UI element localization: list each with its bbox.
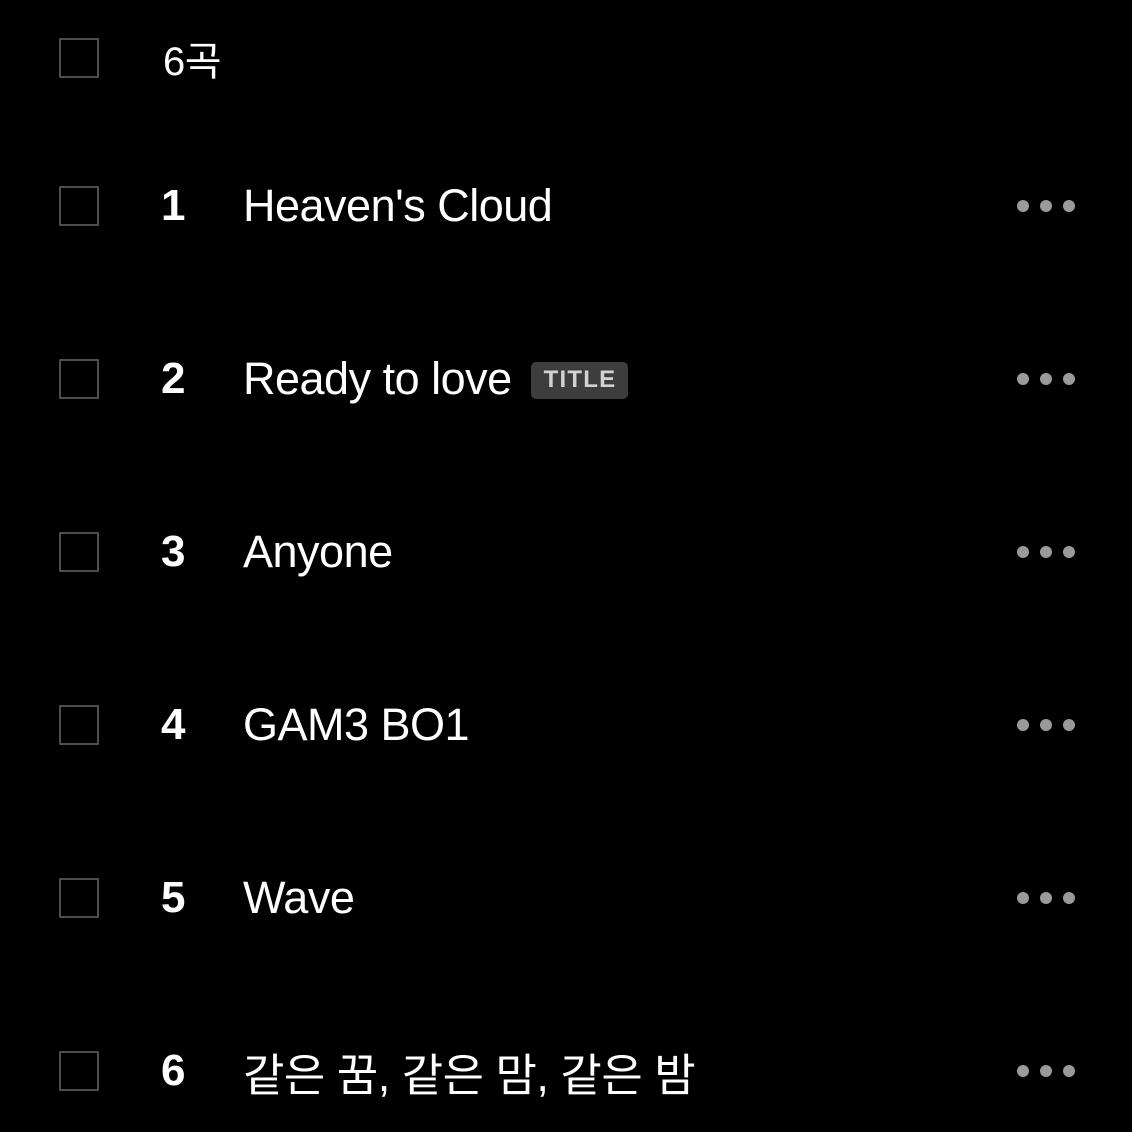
more-horizontal-icon[interactable] <box>1006 868 1086 928</box>
track-title: Wave <box>243 872 355 923</box>
dot <box>1063 200 1075 212</box>
more-horizontal-icon[interactable] <box>1006 176 1086 236</box>
track-checkbox[interactable] <box>59 1051 99 1091</box>
track-title-group: Wave <box>243 872 1022 924</box>
track-number: 6 <box>161 1046 186 1095</box>
track-title: 같은 꿈, 같은 맘, 같은 밤 <box>243 1049 696 1101</box>
table-row[interactable]: 6 같은 꿈, 같은 맘, 같은 밤 <box>0 1027 1132 1115</box>
track-checkbox[interactable] <box>59 532 99 572</box>
dot <box>1017 200 1029 212</box>
dot <box>1063 546 1075 558</box>
dot <box>1040 373 1052 385</box>
dot <box>1040 546 1052 558</box>
track-title-group: GAM3 BO1 <box>243 699 1022 751</box>
table-row[interactable]: 5 Wave <box>0 854 1132 942</box>
dot <box>1040 200 1052 212</box>
track-title-group: Heaven's Cloud <box>243 180 1022 232</box>
dot <box>1017 373 1029 385</box>
dot <box>1017 1065 1029 1077</box>
track-title: Heaven's Cloud <box>243 180 553 231</box>
track-number: 1 <box>161 181 186 230</box>
track-number: 3 <box>161 527 186 576</box>
track-title: Anyone <box>243 526 393 577</box>
dot <box>1063 1065 1075 1077</box>
track-title: Ready to love <box>243 353 512 404</box>
track-list-screen: 6곡 1 Heaven's Cloud 2 Ready to love TITL… <box>0 0 1132 1132</box>
more-horizontal-icon[interactable] <box>1006 522 1086 582</box>
dot <box>1017 719 1029 731</box>
more-horizontal-icon[interactable] <box>1006 695 1086 755</box>
more-horizontal-icon[interactable] <box>1006 1041 1086 1101</box>
select-all-checkbox[interactable] <box>59 38 99 78</box>
track-checkbox[interactable] <box>59 878 99 918</box>
table-row[interactable]: 2 Ready to love TITLE <box>0 335 1132 423</box>
dot <box>1040 719 1052 731</box>
dot <box>1063 892 1075 904</box>
dot <box>1017 546 1029 558</box>
track-list-header: 6곡 <box>0 14 1132 102</box>
track-number: 2 <box>161 354 186 403</box>
song-count-label: 6곡 <box>163 40 222 84</box>
track-title-group: Anyone <box>243 526 1022 578</box>
table-row[interactable]: 1 Heaven's Cloud <box>0 162 1132 250</box>
dot <box>1040 892 1052 904</box>
dot <box>1017 892 1029 904</box>
track-number: 4 <box>161 700 186 749</box>
track-title-group: Ready to love TITLE <box>243 353 1022 405</box>
track-number: 5 <box>161 873 186 922</box>
track-title-group: 같은 꿈, 같은 맘, 같은 밤 <box>243 1039 1022 1104</box>
table-row[interactable]: 4 GAM3 BO1 <box>0 681 1132 769</box>
more-horizontal-icon[interactable] <box>1006 349 1086 409</box>
table-row[interactable]: 3 Anyone <box>0 508 1132 596</box>
track-checkbox[interactable] <box>59 705 99 745</box>
dot <box>1063 719 1075 731</box>
track-title: GAM3 BO1 <box>243 699 470 750</box>
track-checkbox[interactable] <box>59 186 99 226</box>
title-track-badge: TITLE <box>530 361 629 399</box>
track-checkbox[interactable] <box>59 359 99 399</box>
dot <box>1040 1065 1052 1077</box>
dot <box>1063 373 1075 385</box>
